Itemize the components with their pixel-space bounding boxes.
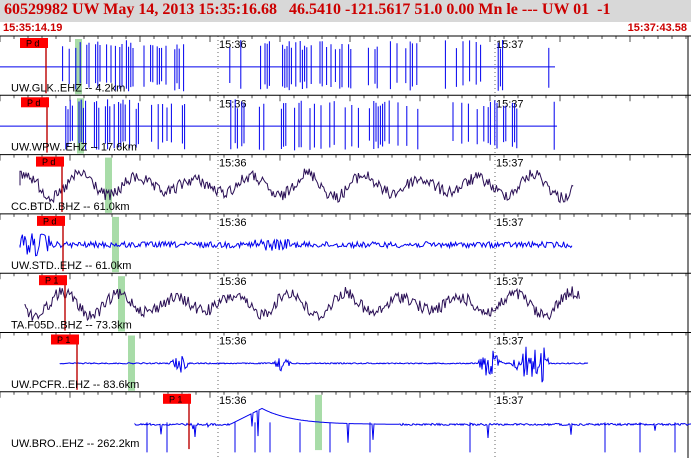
waveform-trace <box>19 168 574 204</box>
waveform-trace <box>134 407 691 453</box>
channel-label: UW.BRO..EHZ -- 262.2km <box>11 438 139 450</box>
pick-label: P 1 <box>57 335 70 345</box>
pick-label: P d <box>43 216 56 226</box>
minute-label: 15:36 <box>219 217 247 229</box>
waveform-trace <box>24 286 580 322</box>
channel-label: CC.BTD..BHZ -- 61.0km <box>11 201 130 213</box>
waveform-trace <box>19 233 573 257</box>
minute-label: 15:37 <box>496 336 524 348</box>
minute-label: 15:36 <box>219 395 247 407</box>
minute-label: 15:36 <box>219 276 247 288</box>
pick-label: P d <box>26 39 39 49</box>
minute-label: 15:37 <box>496 217 524 229</box>
channel-label: UW.WPW..EHZ -- 17.6km <box>11 142 137 154</box>
minute-label: 15:36 <box>219 39 247 51</box>
pick-label: P 1 <box>45 276 58 286</box>
pick-label: P d <box>42 157 55 167</box>
minute-label: 15:37 <box>496 158 524 170</box>
channel-label: UW.PCFR..EHZ -- 83.6km <box>11 379 139 391</box>
pick-label: P d <box>27 98 40 108</box>
minute-label: 15:37 <box>496 276 524 288</box>
minute-label: 15:36 <box>219 98 247 110</box>
minute-label: 15:36 <box>219 336 247 348</box>
channel-label: UW.STD..EHZ -- 61.0km <box>11 260 131 272</box>
channel-label: UW.GLK..EHZ -- 4.2km <box>11 82 125 94</box>
minute-label: 15:37 <box>496 395 524 407</box>
seismogram-panel: 15:36 15:37 P d UW.GLK..EHZ -- 4.2km 15:36 15… <box>0 35 691 458</box>
pick-label: P 1 <box>169 394 182 404</box>
minute-label: 15:36 <box>219 158 247 170</box>
channel-label: TA.F05D..BHZ -- 73.3km <box>11 320 132 332</box>
minute-label: 15:37 <box>496 98 524 110</box>
waveform-trace <box>59 346 589 383</box>
